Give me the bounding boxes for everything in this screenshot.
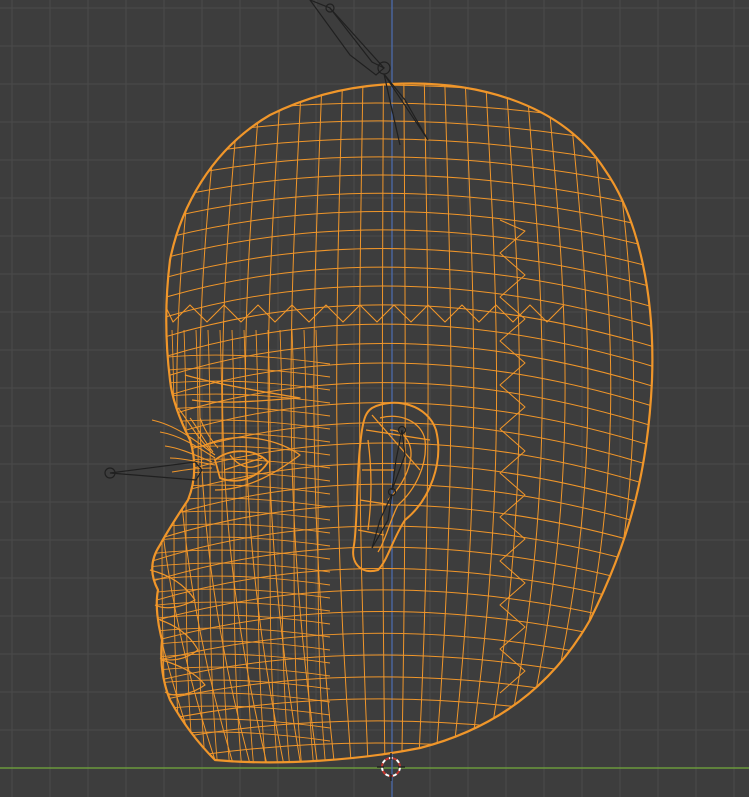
3d-viewport[interactable] xyxy=(0,0,749,797)
viewport-canvas[interactable] xyxy=(0,0,749,797)
viewport-background xyxy=(0,0,749,797)
